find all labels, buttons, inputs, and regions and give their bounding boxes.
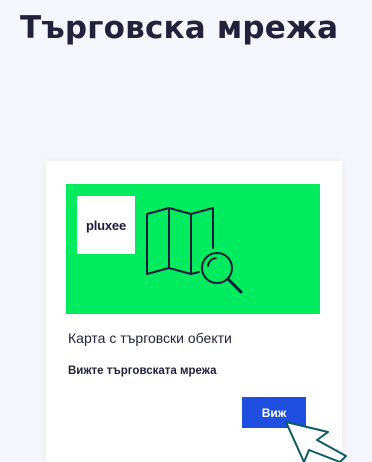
logo-text: pluxee bbox=[86, 217, 126, 233]
pluxee-logo: pluxee bbox=[77, 196, 135, 254]
page-title: Търговска мрежа bbox=[20, 10, 339, 46]
view-button[interactable]: Виж bbox=[242, 397, 306, 428]
map-search-icon bbox=[146, 207, 243, 294]
card-title: Карта с търговски обекти bbox=[68, 330, 232, 346]
view-network-link[interactable]: Вижте търговската мрежа bbox=[68, 365, 216, 377]
card-banner: pluxee bbox=[66, 184, 320, 314]
merchant-map-card: pluxee Карта с търговски обекти Вижте тъ… bbox=[46, 161, 342, 462]
